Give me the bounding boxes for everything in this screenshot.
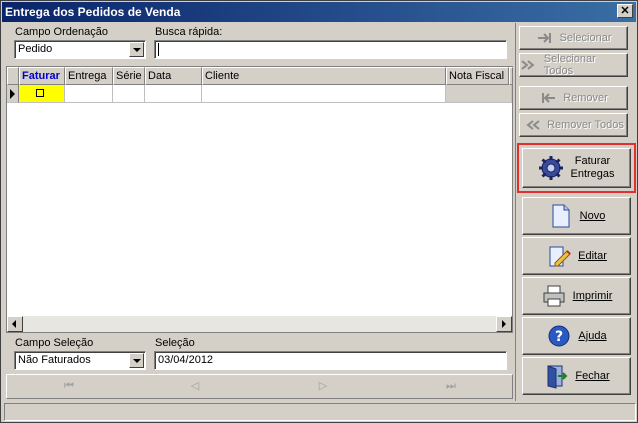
select-all-button[interactable]: Selecionar Todos: [519, 53, 628, 77]
select-all-button-label: Selecionar Todos: [543, 53, 596, 77]
entrega-cell[interactable]: [65, 85, 113, 103]
new-button-label: Novo: [579, 210, 606, 222]
chevron-down-icon[interactable]: [129, 353, 144, 368]
nota-fiscal-cell[interactable]: [446, 85, 512, 103]
close-button[interactable]: Fechar: [522, 357, 631, 395]
table-row[interactable]: [7, 85, 512, 103]
record-navigator: ⏮ ◁ ▷ ⏭: [6, 374, 513, 399]
search-input[interactable]: [154, 40, 507, 59]
select-button[interactable]: Selecionar: [519, 26, 628, 50]
scroll-right-icon[interactable]: [496, 316, 512, 332]
selection-field-label: Campo Seleção: [15, 337, 94, 349]
exit-door-icon: [547, 365, 568, 389]
invoice-label-line2: Entregas: [570, 168, 615, 180]
grid-header: Faturar Entrega Série Data Cliente Nota …: [7, 67, 513, 85]
printer-icon: [543, 285, 565, 307]
column-header-filler: [509, 67, 513, 85]
invoice-deliveries-button[interactable]: Faturar Entregas: [522, 148, 631, 188]
selection-label: Seleção: [155, 337, 195, 349]
faturar-checkbox[interactable]: [36, 89, 44, 97]
print-button-label: Imprimir: [572, 290, 613, 302]
column-header-data[interactable]: Data: [145, 67, 202, 85]
edit-button[interactable]: Editar: [522, 237, 631, 275]
invoice-deliveries-label: Faturar Entregas: [570, 155, 614, 181]
select-button-label: Selecionar: [559, 32, 612, 44]
column-header-serie[interactable]: Série: [113, 67, 145, 85]
new-button[interactable]: Novo: [522, 197, 631, 235]
next-record-icon[interactable]: ▷: [313, 379, 333, 393]
remove-all-button[interactable]: Remover Todos: [519, 113, 628, 137]
selection-field-value: Não Faturados: [18, 354, 91, 366]
remove-arrow-icon: [542, 93, 556, 103]
new-document-icon: [552, 204, 570, 228]
serie-cell[interactable]: [113, 85, 145, 103]
search-label: Busca rápida:: [155, 26, 223, 38]
scroll-left-icon[interactable]: [7, 316, 23, 332]
remove-button-label: Remover: [563, 92, 608, 104]
title-bar: Entrega dos Pedidos de Venda ✕: [2, 2, 636, 22]
help-icon: ?: [548, 325, 570, 347]
orders-grid[interactable]: Faturar Entrega Série Data Cliente Nota …: [6, 66, 513, 333]
double-arrow-icon: [521, 60, 535, 70]
selection-input[interactable]: 03/04/2012: [154, 351, 507, 370]
edit-button-label: Editar: [578, 250, 607, 262]
gears-icon: [539, 156, 564, 180]
current-row-arrow-icon: [10, 89, 15, 99]
svg-text:?: ?: [555, 329, 563, 345]
main-window: Entrega dos Pedidos de Venda ✕ Campo Ord…: [0, 0, 638, 423]
grid-indicator-header: [7, 67, 19, 85]
selection-input-value: 03/04/2012: [158, 354, 214, 366]
order-field-label: Campo Ordenação: [15, 26, 108, 38]
help-button[interactable]: ? Ajuda: [522, 317, 631, 355]
column-header-cliente[interactable]: Cliente: [202, 67, 446, 85]
first-record-icon[interactable]: ⏮: [59, 379, 79, 393]
cliente-cell[interactable]: [202, 85, 446, 103]
double-left-arrow-icon: [526, 120, 540, 130]
close-window-button[interactable]: ✕: [617, 4, 633, 18]
invoice-label-line1: Faturar: [574, 155, 611, 167]
close-button-label: Fechar: [575, 370, 610, 382]
faturar-cell[interactable]: [19, 85, 65, 103]
text-caret: [158, 43, 159, 56]
edit-pencil-icon: [549, 246, 571, 267]
last-record-icon[interactable]: ⏭: [441, 379, 461, 393]
column-header-faturar[interactable]: Faturar: [19, 67, 65, 85]
chevron-down-icon[interactable]: [129, 42, 144, 57]
order-field-value: Pedido: [18, 43, 53, 55]
add-arrow-icon: [537, 33, 551, 43]
row-indicator: [7, 85, 19, 103]
horizontal-scrollbar[interactable]: [7, 316, 512, 332]
remove-all-button-label: Remover Todos: [547, 119, 624, 131]
selection-field-combo[interactable]: Não Faturados: [14, 351, 146, 370]
window-title: Entrega dos Pedidos de Venda: [5, 5, 181, 19]
prior-record-icon[interactable]: ◁: [185, 379, 205, 393]
print-button[interactable]: Imprimir: [522, 277, 631, 315]
data-cell[interactable]: [145, 85, 202, 103]
column-header-nota-fiscal[interactable]: Nota Fiscal: [446, 67, 509, 85]
help-button-label: Ajuda: [578, 330, 607, 342]
column-header-entrega[interactable]: Entrega: [65, 67, 113, 85]
remove-button[interactable]: Remover: [519, 86, 628, 110]
order-field-combo[interactable]: Pedido: [14, 40, 146, 59]
status-bar: [4, 403, 636, 421]
